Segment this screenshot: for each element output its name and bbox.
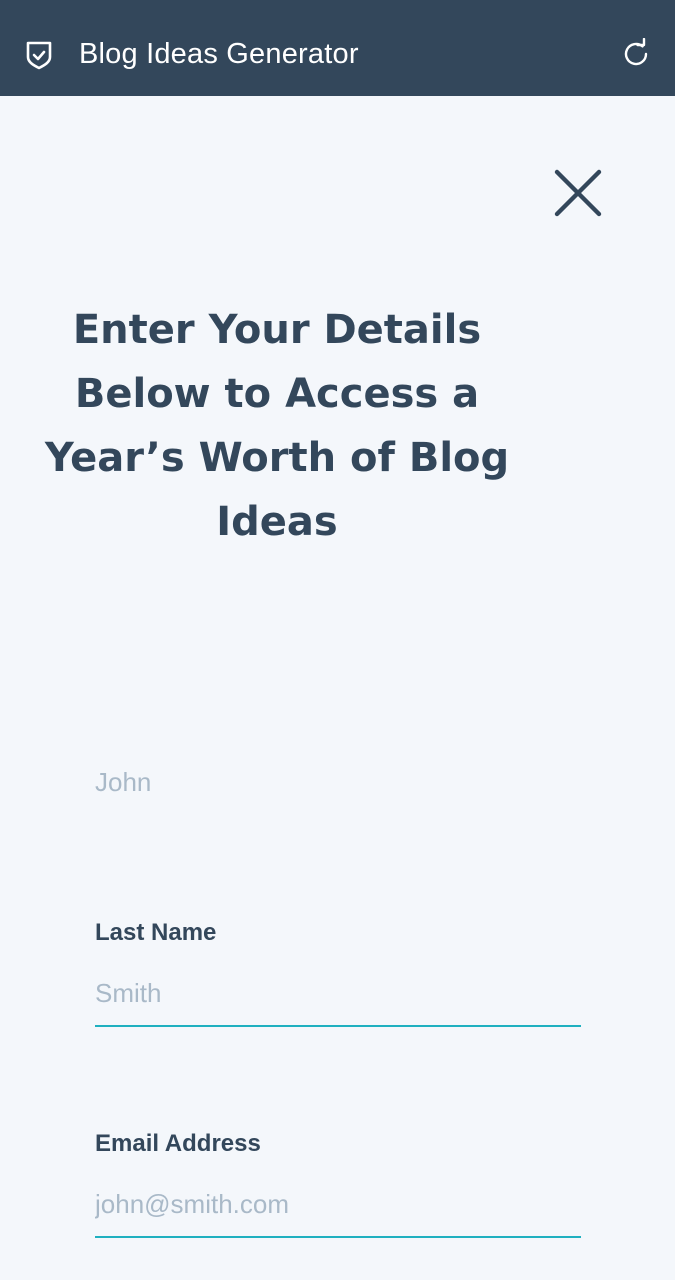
form-heading-line: Enter Your Details [72,307,482,353]
last-name-label: Last Name [95,919,217,946]
close-button[interactable] [548,164,608,224]
form-heading-line: Ideas [216,499,338,545]
email-label: Email Address [95,1130,261,1157]
first-name-input[interactable] [95,766,581,798]
email-underline [95,1236,581,1238]
form-heading: Enter Your Details Below to Access a Yea… [40,298,514,554]
email-input[interactable] [95,1188,581,1220]
close-icon [554,169,602,217]
shield-check-icon [26,41,52,70]
refresh-icon[interactable] [620,38,652,70]
app-header: Blog Ideas Generator [0,0,675,96]
form-heading-line: Below to Access a [74,371,480,417]
last-name-underline [95,1025,581,1027]
form-heading-line: Year’s Worth of Blog [44,435,510,481]
app-title: Blog Ideas Generator [79,38,359,70]
last-name-input[interactable] [95,977,581,1009]
